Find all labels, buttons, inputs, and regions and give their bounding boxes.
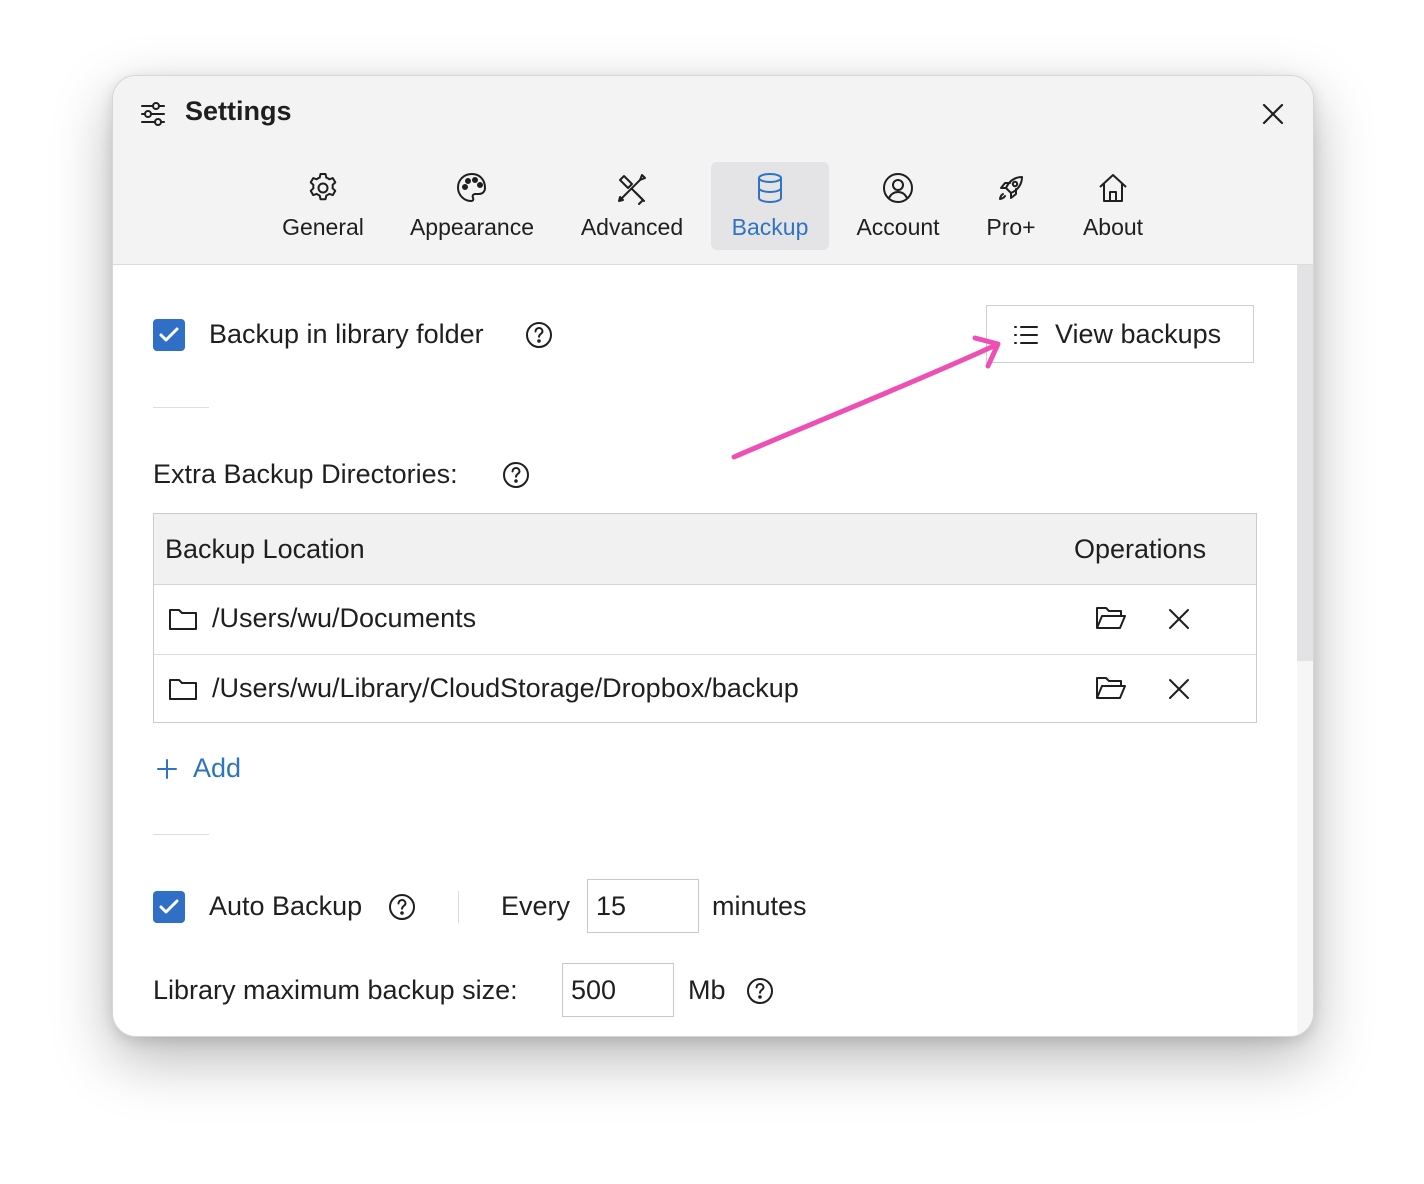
help-icon[interactable] xyxy=(746,977,774,1005)
max-size-label: Library maximum backup size: xyxy=(153,975,518,1005)
help-icon[interactable] xyxy=(502,461,530,489)
home-icon xyxy=(1099,174,1127,202)
close-icon[interactable] xyxy=(1166,606,1192,632)
title-bar: Settings General Appearance Advanced Bac… xyxy=(113,76,1313,265)
backup-path: /Users/wu/Library/CloudStorage/Dropbox/b… xyxy=(212,673,799,703)
close-icon[interactable] xyxy=(1257,98,1289,130)
tab-backup[interactable]: Backup xyxy=(711,162,829,250)
column-header-location: Backup Location xyxy=(165,534,365,564)
tab-label: General xyxy=(282,214,364,240)
mb-label: Mb xyxy=(688,975,726,1005)
tab-label: About xyxy=(1082,214,1144,240)
every-label: Every xyxy=(501,891,571,921)
tab-general[interactable]: General xyxy=(267,162,379,250)
folder-icon xyxy=(169,609,197,630)
database-icon xyxy=(758,173,782,204)
tab-pro[interactable]: Pro+ xyxy=(975,162,1047,250)
tab-label: Backup xyxy=(731,214,809,240)
tab-label: Account xyxy=(856,214,940,240)
help-icon[interactable] xyxy=(525,321,553,349)
gear-icon xyxy=(309,173,337,201)
tab-advanced[interactable]: Advanced xyxy=(569,162,695,250)
palette-icon xyxy=(457,173,486,202)
sliders-icon xyxy=(141,102,165,126)
column-header-operations: Operations xyxy=(1074,534,1207,564)
close-icon[interactable] xyxy=(1166,676,1192,702)
tab-label: Advanced xyxy=(580,214,684,240)
inline-divider xyxy=(458,891,459,923)
max-size-input[interactable] xyxy=(562,963,674,1017)
backup-path: /Users/wu/Documents xyxy=(212,603,477,633)
view-backups-button[interactable]: View backups xyxy=(986,305,1254,363)
folder-open-icon[interactable] xyxy=(1095,674,1127,702)
backup-directories-table: Backup Location Operations /Users/wu/Doc… xyxy=(153,513,1257,723)
tools-icon xyxy=(618,174,646,205)
minutes-label: minutes xyxy=(712,891,807,921)
table-row: /Users/wu/Library/CloudStorage/Dropbox/b… xyxy=(154,654,1256,724)
backup-library-checkbox[interactable] xyxy=(153,319,185,351)
user-circle-icon xyxy=(883,173,913,203)
section-divider xyxy=(153,407,209,408)
section-divider xyxy=(153,834,209,835)
scrollbar-thumb[interactable] xyxy=(1297,265,1313,661)
tab-appearance[interactable]: Appearance xyxy=(397,162,547,250)
extra-dirs-label: Extra Backup Directories: xyxy=(153,459,458,489)
tab-label: Appearance xyxy=(409,214,535,240)
add-label: Add xyxy=(193,753,242,783)
help-icon[interactable] xyxy=(388,893,416,921)
auto-backup-label: Auto Backup xyxy=(209,891,363,921)
rocket-icon xyxy=(999,176,1023,200)
tab-label: Pro+ xyxy=(986,214,1036,240)
table-row: /Users/wu/Documents xyxy=(154,584,1256,655)
view-backups-label: View backups xyxy=(1055,319,1222,349)
backup-settings-panel: Backup in library folder View backups Ex… xyxy=(113,265,1313,1036)
backup-interval-input[interactable] xyxy=(587,879,699,933)
table-header: Backup Location Operations xyxy=(154,514,1256,585)
backup-library-label: Backup in library folder xyxy=(209,319,484,349)
plus-icon xyxy=(157,759,177,779)
window-title: Settings xyxy=(185,96,292,126)
auto-backup-checkbox[interactable] xyxy=(153,891,185,923)
list-icon xyxy=(1014,326,1038,344)
folder-open-icon[interactable] xyxy=(1095,604,1127,632)
tab-about[interactable]: About xyxy=(1069,162,1157,250)
tab-account[interactable]: Account xyxy=(845,162,951,250)
folder-icon xyxy=(169,679,197,700)
settings-window: Settings General Appearance Advanced Bac… xyxy=(112,75,1314,1037)
